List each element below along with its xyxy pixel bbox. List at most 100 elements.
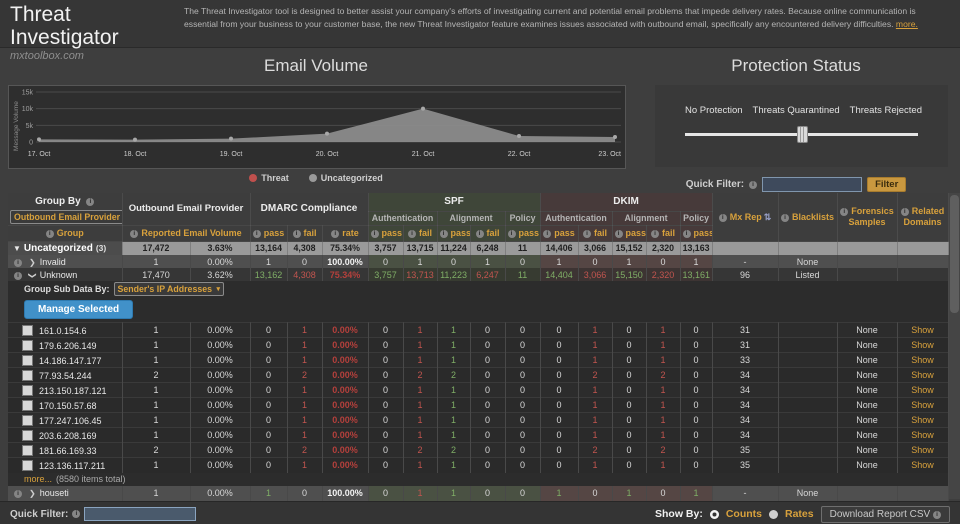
info-icon[interactable]: i (14, 272, 22, 280)
related-domains-show-link[interactable]: Show (897, 428, 948, 443)
row-checkbox[interactable] (22, 385, 33, 396)
table-cell (778, 323, 837, 338)
info-icon[interactable]: i (130, 230, 138, 238)
dmarc-pass-header[interactable]: ipass (250, 225, 287, 241)
blacklists-header[interactable]: iBlacklists (778, 193, 837, 241)
related-domains-show-link[interactable]: Show (897, 398, 948, 413)
expander-icon[interactable]: ❯ (28, 272, 37, 279)
info-icon[interactable]: i (583, 230, 591, 238)
table-cell: 11,224 (437, 241, 470, 255)
spf-auth-fail-header[interactable]: ifail (403, 225, 437, 241)
row-checkbox[interactable] (22, 415, 33, 426)
info-icon[interactable]: i (933, 511, 941, 519)
row-checkbox[interactable] (22, 340, 33, 351)
info-icon[interactable]: i (840, 208, 848, 216)
info-icon[interactable]: i (749, 181, 757, 189)
info-icon[interactable]: i (781, 214, 789, 222)
info-icon[interactable]: i (14, 259, 22, 267)
row-checkbox[interactable] (22, 400, 33, 411)
group-by-dropdown[interactable]: Outbound Email Provider▾ (10, 210, 122, 224)
row-checkbox[interactable] (22, 370, 33, 381)
table-cell: 34 (712, 428, 778, 443)
forensics-header[interactable]: iForensics Samples (837, 193, 897, 241)
quick-filter-input[interactable] (762, 177, 862, 192)
reported-volume-header[interactable]: iReported Email Volume (122, 225, 250, 241)
related-domains-show-link[interactable]: Show (897, 338, 948, 353)
row-checkbox[interactable] (22, 430, 33, 441)
dkim-align-pass-header[interactable]: ipass (612, 225, 646, 241)
table-scrollbar[interactable] (949, 193, 960, 499)
spf-align-pass-header[interactable]: ipass (437, 225, 470, 241)
info-icon[interactable]: i (331, 230, 339, 238)
info-icon[interactable]: i (719, 214, 727, 222)
related-domains-show-link[interactable]: Show (897, 368, 948, 383)
dkim-auth-fail-header[interactable]: ifail (578, 225, 612, 241)
info-icon[interactable]: i (72, 510, 80, 518)
related-domains-show-link[interactable]: Show (897, 383, 948, 398)
sort-icon[interactable]: ⇅ (764, 212, 772, 222)
info-icon[interactable]: i (651, 230, 659, 238)
info-icon[interactable]: i (543, 230, 551, 238)
row-checkbox[interactable] (22, 355, 33, 366)
svg-text:23. Oct: 23. Oct (598, 151, 621, 158)
info-icon[interactable]: i (901, 208, 909, 216)
rates-radio[interactable] (769, 510, 778, 519)
info-icon[interactable]: i (683, 230, 691, 238)
info-icon[interactable]: i (14, 490, 22, 498)
more-link[interactable]: more. (896, 18, 918, 31)
manage-selected-button[interactable]: Manage Selected (24, 300, 133, 319)
protection-slider[interactable] (685, 126, 918, 142)
row-checkbox[interactable] (22, 445, 33, 456)
info-icon[interactable]: i (86, 198, 94, 206)
dkim-policy-pass-header[interactable]: ipass (680, 225, 712, 241)
sub-group-dropdown[interactable]: Sender's IP Addresses ▾ (114, 282, 224, 296)
info-icon[interactable]: i (476, 230, 484, 238)
related-domains-show-link[interactable]: Show (897, 413, 948, 428)
related-domains-show-link[interactable]: Show (897, 458, 948, 473)
info-icon[interactable]: i (371, 230, 379, 238)
table-cell: 1 (403, 413, 437, 428)
spf-align-fail-header[interactable]: ifail (470, 225, 505, 241)
spf-policy-pass-header[interactable]: ipass (505, 225, 540, 241)
table-cell: 1 (437, 323, 470, 338)
related-domains-header[interactable]: iRelated Domains (897, 193, 948, 241)
table-cell (778, 428, 837, 443)
dkim-auth-pass-header[interactable]: ipass (540, 225, 578, 241)
mx-rep-header[interactable]: iMx Rep⇅ (712, 193, 778, 241)
row-checkbox[interactable] (22, 325, 33, 336)
table-cell: 0 (470, 368, 505, 383)
row-checkbox[interactable] (22, 460, 33, 471)
slider-handle[interactable] (797, 126, 808, 143)
ip-address: 203.6.208.169 (39, 431, 97, 441)
info-icon[interactable]: i (440, 230, 448, 238)
group-column-header[interactable]: iGroup (8, 225, 122, 241)
spf-auth-pass-header[interactable]: ipass (368, 225, 403, 241)
filter-button[interactable]: Filter (867, 177, 906, 192)
table-cell: 0 (505, 458, 540, 473)
related-domains-show-link[interactable]: Show (897, 443, 948, 458)
related-domains-show-link[interactable]: Show (897, 323, 948, 338)
download-csv-button[interactable]: Download Report CSV i (821, 506, 950, 523)
info-icon[interactable]: i (615, 230, 623, 238)
expander-icon[interactable]: ❯ (29, 258, 36, 267)
info-icon[interactable]: i (293, 230, 301, 238)
quick-filter-bottom-input[interactable] (84, 507, 196, 521)
dmarc-rate-header[interactable]: irate (322, 225, 368, 241)
spf-authentication-header: Authentication (368, 211, 437, 225)
table-cell: 0 (680, 353, 712, 368)
dmarc-fail-header[interactable]: ifail (287, 225, 322, 241)
info-icon[interactable]: i (508, 230, 516, 238)
info-icon[interactable]: i (46, 230, 54, 238)
counts-radio[interactable] (710, 510, 719, 519)
dkim-align-fail-header[interactable]: ifail (646, 225, 680, 241)
counts-label[interactable]: Counts (726, 508, 762, 520)
table-cell: 2 (122, 368, 190, 383)
scrollbar-thumb[interactable] (950, 195, 959, 313)
rates-label[interactable]: Rates (785, 508, 814, 520)
expander-icon[interactable]: ▼ (13, 244, 21, 253)
expander-icon[interactable]: ❯ (29, 489, 36, 498)
related-domains-show-link[interactable]: Show (897, 353, 948, 368)
info-icon[interactable]: i (408, 230, 416, 238)
more-items-link[interactable]: more... (24, 474, 52, 484)
info-icon[interactable]: i (253, 230, 261, 238)
